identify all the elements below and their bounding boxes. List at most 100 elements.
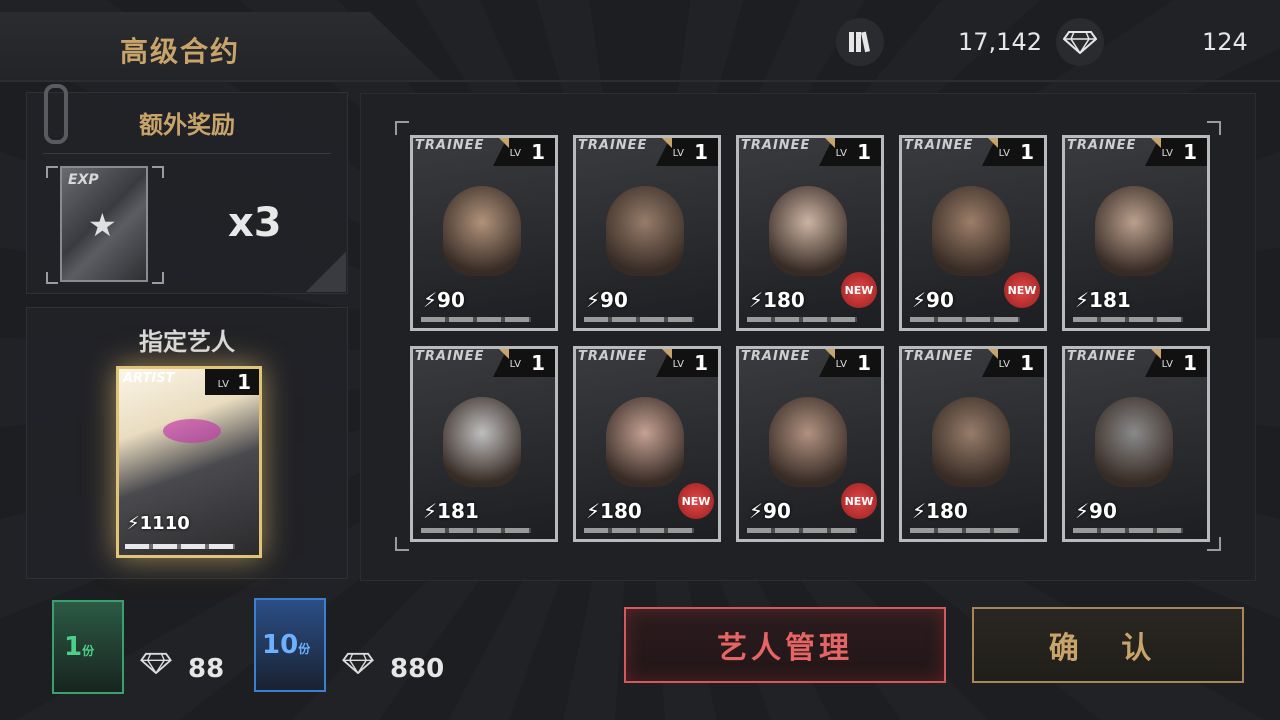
bonus-title: 额外奖励 bbox=[139, 111, 235, 139]
card-lv-label: LV bbox=[835, 359, 847, 370]
card-lv-label: LV bbox=[1161, 359, 1173, 370]
card-currency-value: 17,142 bbox=[958, 28, 1042, 56]
artist-card[interactable]: TRAINEE LV 1 ⚡90 bbox=[1062, 346, 1210, 542]
card-level: 1 bbox=[857, 140, 871, 164]
bonus-multiplier: x3 bbox=[228, 200, 282, 246]
artist-card[interactable]: TRAINEE LV 1 ⚡181 bbox=[1062, 135, 1210, 331]
pack-10-button[interactable]: 10份 bbox=[254, 598, 326, 692]
bolt-icon: ⚡ bbox=[423, 499, 438, 523]
diamond-value: 124 bbox=[1202, 28, 1248, 56]
card-level: 1 bbox=[694, 351, 708, 375]
confirm-button[interactable]: 确 认 bbox=[972, 607, 1244, 683]
card-tag: TRAINEE bbox=[904, 138, 974, 153]
card-level: 1 bbox=[531, 140, 545, 164]
card-progress bbox=[747, 317, 857, 322]
artist-card[interactable]: TRAINEE LV 1 ⚡90 bbox=[410, 135, 558, 331]
card-power: ⚡181 bbox=[423, 499, 479, 523]
card-level: 1 bbox=[531, 351, 545, 375]
diamond-icon bbox=[342, 652, 374, 680]
card-level: 1 bbox=[1183, 140, 1197, 164]
page-fold bbox=[306, 252, 346, 292]
corner-accent bbox=[1151, 138, 1161, 148]
artist-card[interactable]: TRAINEE LV 1 ⚡90 NEW bbox=[736, 346, 884, 542]
card-progress bbox=[421, 317, 531, 322]
card-progress bbox=[747, 528, 857, 533]
corner-accent bbox=[988, 349, 998, 359]
artist-management-button[interactable]: 艺人管理 bbox=[624, 607, 946, 683]
artist-portrait bbox=[769, 397, 847, 487]
card-tag: ARTIST bbox=[123, 371, 175, 386]
card-progress bbox=[584, 317, 694, 322]
card-lv-label: LV bbox=[509, 359, 521, 370]
corner-accent bbox=[825, 138, 835, 148]
designated-artist-card[interactable]: ARTIST LV 1 ⚡1110 bbox=[116, 366, 262, 558]
card-tag: TRAINEE bbox=[741, 138, 811, 153]
card-power: ⚡180 bbox=[912, 499, 968, 523]
card-lv-label: LV bbox=[509, 148, 521, 159]
artist-portrait bbox=[932, 186, 1010, 276]
star-icon: ★ bbox=[88, 206, 117, 244]
card-power: ⚡90 bbox=[586, 288, 628, 312]
artist-card[interactable]: TRAINEE LV 1 ⚡180 bbox=[899, 346, 1047, 542]
new-badge: NEW bbox=[841, 483, 877, 519]
card-level: 1 bbox=[857, 351, 871, 375]
card-tag: TRAINEE bbox=[741, 349, 811, 364]
card-level: 1 bbox=[1020, 140, 1034, 164]
pack-1-price: 88 bbox=[188, 654, 225, 684]
card-level: 1 bbox=[237, 370, 251, 394]
divider bbox=[0, 80, 1280, 82]
corner-accent bbox=[662, 349, 672, 359]
bolt-icon: ⚡ bbox=[912, 499, 927, 523]
card-power: ⚡90 bbox=[912, 288, 954, 312]
card-power: ⚡1110 bbox=[127, 513, 190, 534]
artist-card[interactable]: TRAINEE LV 1 ⚡90 bbox=[573, 135, 721, 331]
card-progress bbox=[1073, 528, 1183, 533]
corner-accent bbox=[988, 138, 998, 148]
bonus-separator bbox=[43, 153, 331, 154]
card-tag: TRAINEE bbox=[578, 349, 648, 364]
bolt-icon: ⚡ bbox=[586, 499, 601, 523]
new-badge: NEW bbox=[678, 483, 714, 519]
pack-1-qty: 1份 bbox=[64, 632, 95, 662]
card-lv-label: LV bbox=[672, 148, 684, 159]
card-power: ⚡90 bbox=[749, 499, 791, 523]
corner-accent bbox=[662, 138, 672, 148]
pack-10-price: 880 bbox=[390, 654, 445, 684]
paperclip-icon bbox=[44, 84, 68, 144]
bolt-icon: ⚡ bbox=[1075, 288, 1090, 312]
corner-accent bbox=[1151, 349, 1161, 359]
artist-card[interactable]: TRAINEE LV 1 ⚡180 NEW bbox=[573, 346, 721, 542]
bolt-icon: ⚡ bbox=[749, 288, 764, 312]
bolt-icon: ⚡ bbox=[749, 499, 764, 523]
corner-accent bbox=[499, 349, 509, 359]
card-lv-label: LV bbox=[217, 379, 229, 390]
artist-portrait bbox=[606, 397, 684, 487]
card-level: 1 bbox=[694, 140, 708, 164]
card-lv-label: LV bbox=[835, 148, 847, 159]
bolt-icon: ⚡ bbox=[586, 288, 601, 312]
pack-1-button[interactable]: 1份 bbox=[52, 600, 124, 694]
artist-portrait bbox=[769, 186, 847, 276]
diamond-icon[interactable] bbox=[1056, 18, 1104, 66]
corner-accent bbox=[825, 349, 835, 359]
cards-icon[interactable] bbox=[836, 18, 884, 66]
card-power: ⚡90 bbox=[1075, 499, 1117, 523]
exp-card[interactable]: EXP ★ bbox=[60, 166, 148, 282]
card-power: ⚡90 bbox=[423, 288, 465, 312]
diamond-icon bbox=[140, 652, 172, 680]
card-lv-label: LV bbox=[998, 148, 1010, 159]
card-tag: TRAINEE bbox=[578, 138, 648, 153]
card-tag: TRAINEE bbox=[1067, 349, 1137, 364]
card-progress bbox=[910, 528, 1020, 533]
artist-card[interactable]: TRAINEE LV 1 ⚡90 NEW bbox=[899, 135, 1047, 331]
bolt-icon: ⚡ bbox=[1075, 499, 1090, 523]
card-progress bbox=[910, 317, 1020, 322]
artist-portrait bbox=[1095, 397, 1173, 487]
card-power: ⚡181 bbox=[1075, 288, 1131, 312]
top-bar: 高级合约 17,142 124 bbox=[0, 0, 1280, 80]
artist-card[interactable]: TRAINEE LV 1 ⚡180 NEW bbox=[736, 135, 884, 331]
new-badge: NEW bbox=[1004, 272, 1040, 308]
artist-card[interactable]: TRAINEE LV 1 ⚡181 bbox=[410, 346, 558, 542]
card-lv-label: LV bbox=[672, 359, 684, 370]
card-tag: TRAINEE bbox=[1067, 138, 1137, 153]
